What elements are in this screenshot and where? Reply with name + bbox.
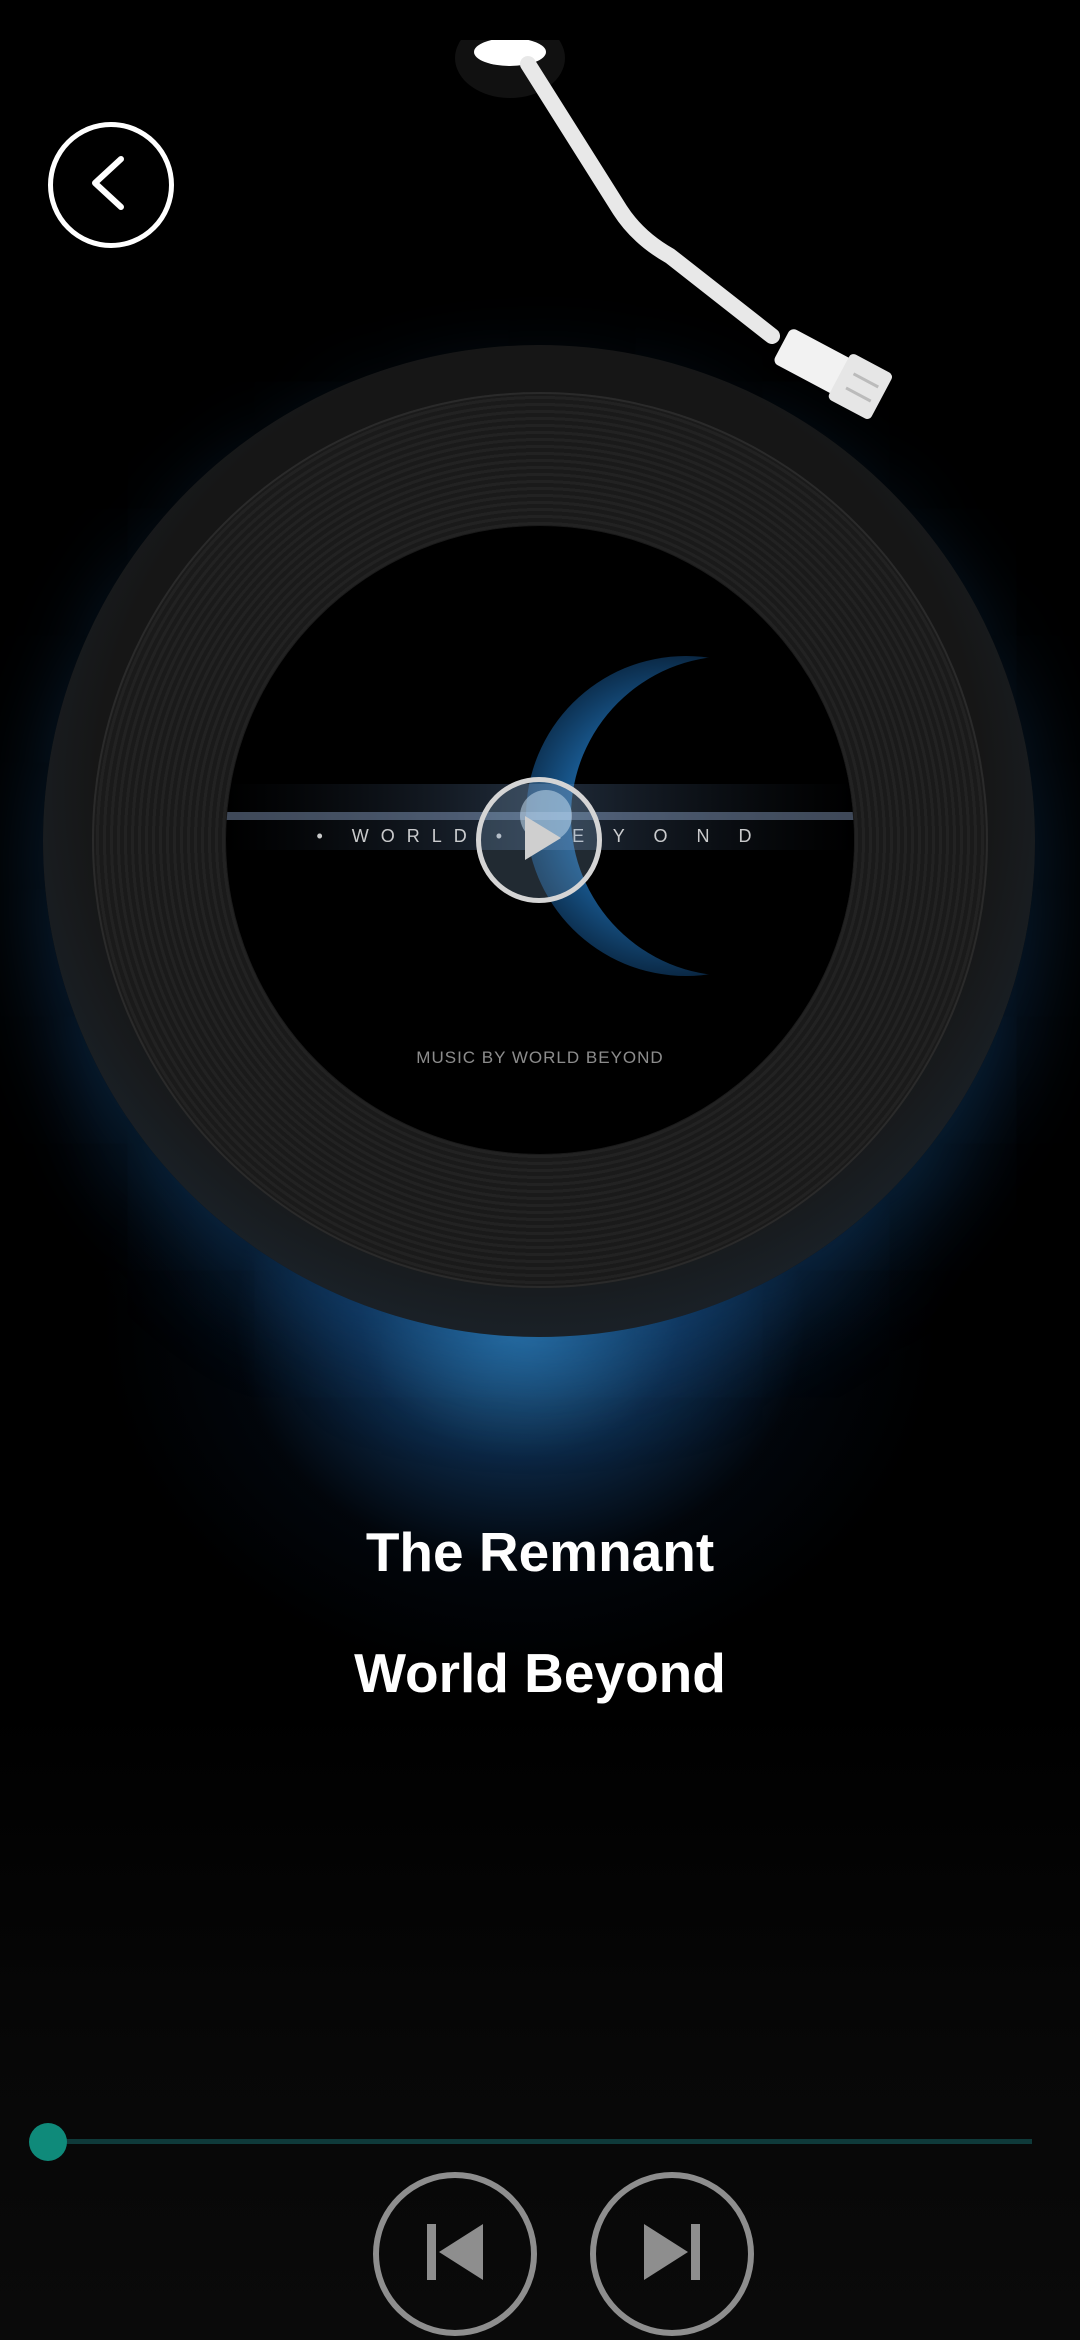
next-button[interactable] [590,2172,754,2336]
play-button[interactable] [476,777,602,903]
skip-next-icon [632,2212,712,2297]
progress-bar[interactable] [48,2139,1032,2144]
chevron-left-icon [81,153,141,218]
play-icon [509,808,569,873]
player-screen: • WORLD • B E Y O N D MUSIC BY WORLD BEY… [0,0,1080,2340]
track-artist: World Beyond [354,1642,726,1704]
back-button[interactable] [48,122,174,248]
skip-previous-icon [415,2212,495,2297]
progress-thumb[interactable] [29,2123,67,2161]
previous-button[interactable] [373,2172,537,2336]
album-art-credit: MUSIC BY WORLD BEYOND [416,1048,664,1067]
track-title: The Remnant [365,1521,715,1583]
bottom-gradient [0,1700,1080,2340]
tonearm [455,40,893,420]
